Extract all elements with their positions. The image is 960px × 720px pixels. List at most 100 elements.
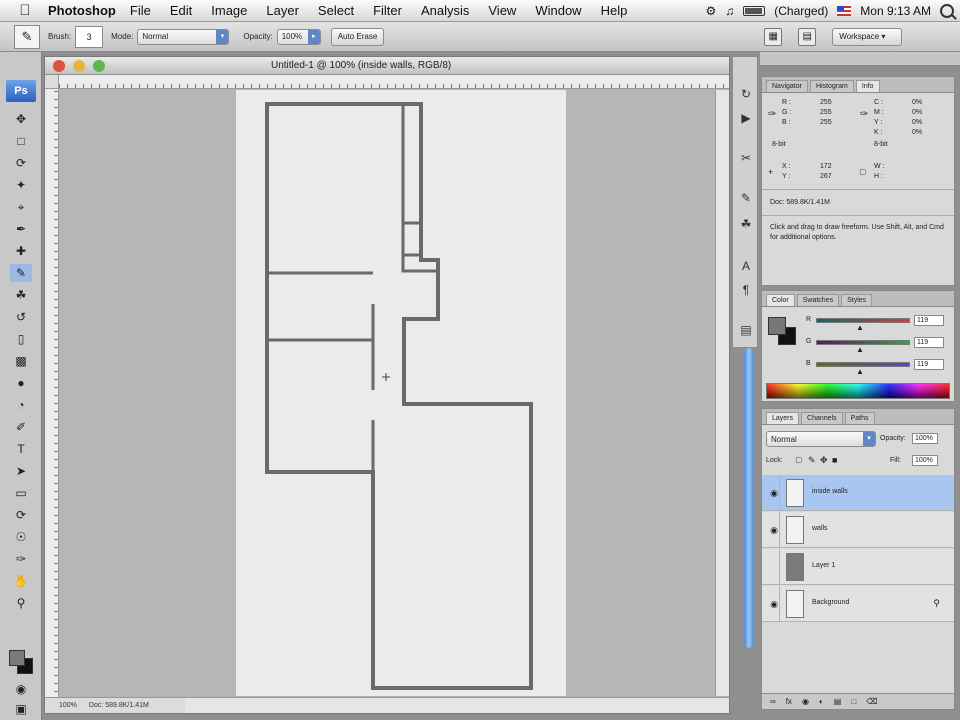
visibility-toggle[interactable]: ◉	[764, 512, 780, 548]
brush-picker[interactable]: 3	[75, 25, 104, 48]
color-b-thumb[interactable]: ▲	[856, 367, 864, 376]
spotlight-icon[interactable]	[940, 4, 954, 18]
hand-tool-icon[interactable]: ✋	[10, 572, 32, 590]
tab-layers[interactable]: Layers	[766, 412, 800, 424]
3d-orbit-icon[interactable]: ☉	[10, 528, 32, 546]
layer-style-icon[interactable]: fx	[786, 697, 792, 706]
layer-row-walls[interactable]: ◉ walls	[762, 512, 954, 548]
workspace-button[interactable]: Workspace ▾	[832, 27, 903, 46]
tool-presets-icon[interactable]: ✂	[737, 149, 755, 167]
tool-preset-icon[interactable]: ▦	[764, 27, 783, 46]
screen-mode-icon[interactable]: ▣	[10, 700, 32, 718]
apple-icon[interactable]: 	[14, 2, 36, 19]
mode-dropdown[interactable]: Normal ▾	[137, 28, 230, 45]
layer-row-layer-1[interactable]: Layer 1	[762, 549, 954, 585]
vertical-ruler[interactable]	[45, 75, 59, 697]
eraser-tool-icon[interactable]: ▯	[10, 330, 32, 348]
path-select-icon[interactable]: ➤	[10, 462, 32, 480]
tab-paths[interactable]: Paths	[844, 412, 875, 424]
trash-icon[interactable]: ⌫	[866, 697, 877, 706]
script-menu-icon[interactable]: ⚙	[705, 4, 716, 18]
horizontal-scrollbar[interactable]	[185, 697, 729, 713]
3d-rotate-icon[interactable]: ⟳	[10, 506, 32, 524]
color-b-field[interactable]: 119	[914, 359, 944, 370]
zoom-icon[interactable]	[93, 60, 105, 72]
zoom-tool-icon[interactable]: ⚲	[10, 594, 32, 612]
history-brush-icon[interactable]: ↺	[10, 308, 32, 326]
document-titlebar[interactable]: Untitled-1 @ 100% (inside walls, RGB/8)	[45, 57, 729, 75]
tab-navigator[interactable]: Navigator	[766, 80, 808, 92]
color-g-thumb[interactable]: ▲	[856, 345, 864, 354]
type-tool-icon[interactable]: T	[10, 440, 32, 458]
menu-help[interactable]: Help	[601, 3, 628, 18]
opacity-field[interactable]: 100% ▸	[276, 28, 321, 45]
menu-app-name[interactable]: Photoshop	[48, 3, 116, 18]
flag-icon[interactable]	[837, 6, 852, 16]
actions-panel-icon[interactable]: ▶	[737, 109, 755, 127]
fill-field[interactable]: 100%	[912, 455, 938, 466]
close-icon[interactable]	[53, 60, 65, 72]
volume-icon[interactable]: ♫	[725, 4, 734, 18]
dodge-tool-icon[interactable]: ◔	[10, 396, 32, 414]
layer-row-background[interactable]: ◉ Background ⚲	[762, 586, 954, 622]
zoom-level[interactable]: 100%	[59, 702, 77, 709]
horizontal-ruler[interactable]	[59, 75, 729, 89]
minimize-icon[interactable]	[73, 60, 85, 72]
color-g-field[interactable]: 119	[914, 337, 944, 348]
pencil-tool-icon[interactable]: ✎	[10, 264, 32, 282]
tab-swatches[interactable]: Swatches	[796, 294, 840, 306]
lock-position-icon[interactable]: ✥	[820, 455, 828, 466]
tab-histogram[interactable]: Histogram	[809, 80, 854, 92]
tab-channels[interactable]: Channels	[801, 412, 843, 424]
paragraph-panel-icon[interactable]: ¶	[737, 281, 755, 299]
shape-tool-icon[interactable]: ▭	[10, 484, 32, 502]
eyedropper-tool-icon[interactable]: ✑	[10, 550, 32, 568]
lock-transparency-icon[interactable]: □	[796, 455, 801, 465]
menu-edit[interactable]: Edit	[170, 3, 192, 18]
pen-tool-icon[interactable]: ✐	[10, 418, 32, 436]
layer-row-inside-walls[interactable]: ◉ inside walls	[762, 475, 954, 511]
brushes-panel-icon[interactable]: ✎	[737, 189, 755, 207]
foreground-color-swatch[interactable]	[9, 650, 25, 666]
magic-wand-tool-icon[interactable]: ✦	[10, 176, 32, 194]
color-spectrum-bar[interactable]	[766, 383, 950, 399]
crop-tool-icon[interactable]: ⌖	[10, 198, 32, 216]
healing-brush-icon[interactable]: ✚	[10, 242, 32, 260]
lock-all-icon[interactable]: ■	[832, 455, 837, 465]
tab-info[interactable]: Info	[855, 80, 880, 92]
move-tool-icon[interactable]: ✥	[10, 110, 32, 128]
character-panel-icon[interactable]: A	[737, 257, 755, 275]
blur-tool-icon[interactable]: ●	[10, 374, 32, 392]
panel-scrollbar[interactable]	[744, 348, 754, 648]
palette-well-icon[interactable]: ▤	[798, 27, 817, 46]
pencil-icon[interactable]: ✎	[14, 24, 40, 49]
doc-size[interactable]: Doc: 589.8K/1.41M	[89, 702, 149, 709]
tab-color[interactable]: Color	[766, 294, 795, 306]
marquee-tool-icon[interactable]: □	[10, 132, 32, 150]
layer-opacity-field[interactable]: 100%	[912, 433, 938, 444]
ruler-origin[interactable]	[45, 75, 59, 89]
auto-erase-checkbox[interactable]: Auto Erase	[330, 27, 385, 46]
history-panel-icon[interactable]: ↻	[737, 85, 755, 103]
lasso-tool-icon[interactable]: ⟳	[10, 154, 32, 172]
menu-file[interactable]: File	[130, 3, 151, 18]
layer-mask-icon[interactable]: ◉	[802, 697, 809, 706]
color-fg-swatch[interactable]	[768, 317, 786, 335]
clone-source-icon[interactable]: ☘	[737, 215, 755, 233]
menu-layer[interactable]: Layer	[266, 3, 299, 18]
menu-clock[interactable]: Mon 9:13 AM	[860, 4, 931, 18]
menu-window[interactable]: Window	[535, 3, 581, 18]
menu-view[interactable]: View	[488, 3, 516, 18]
color-r-thumb[interactable]: ▲	[856, 323, 864, 332]
adjustments-panel-icon[interactable]: ▤	[737, 321, 755, 339]
menu-image[interactable]: Image	[211, 3, 247, 18]
gradient-tool-icon[interactable]: ▩	[10, 352, 32, 370]
new-group-icon[interactable]: ▤	[834, 697, 842, 706]
visibility-toggle[interactable]: ◉	[764, 475, 780, 511]
visibility-toggle[interactable]	[764, 549, 780, 585]
vertical-scrollbar[interactable]	[715, 90, 729, 696]
battery-icon[interactable]	[743, 6, 766, 16]
adjustment-layer-icon[interactable]: ◐	[819, 697, 824, 706]
quick-mask-icon[interactable]: ◉	[10, 680, 32, 698]
visibility-toggle[interactable]: ◉	[764, 586, 780, 622]
